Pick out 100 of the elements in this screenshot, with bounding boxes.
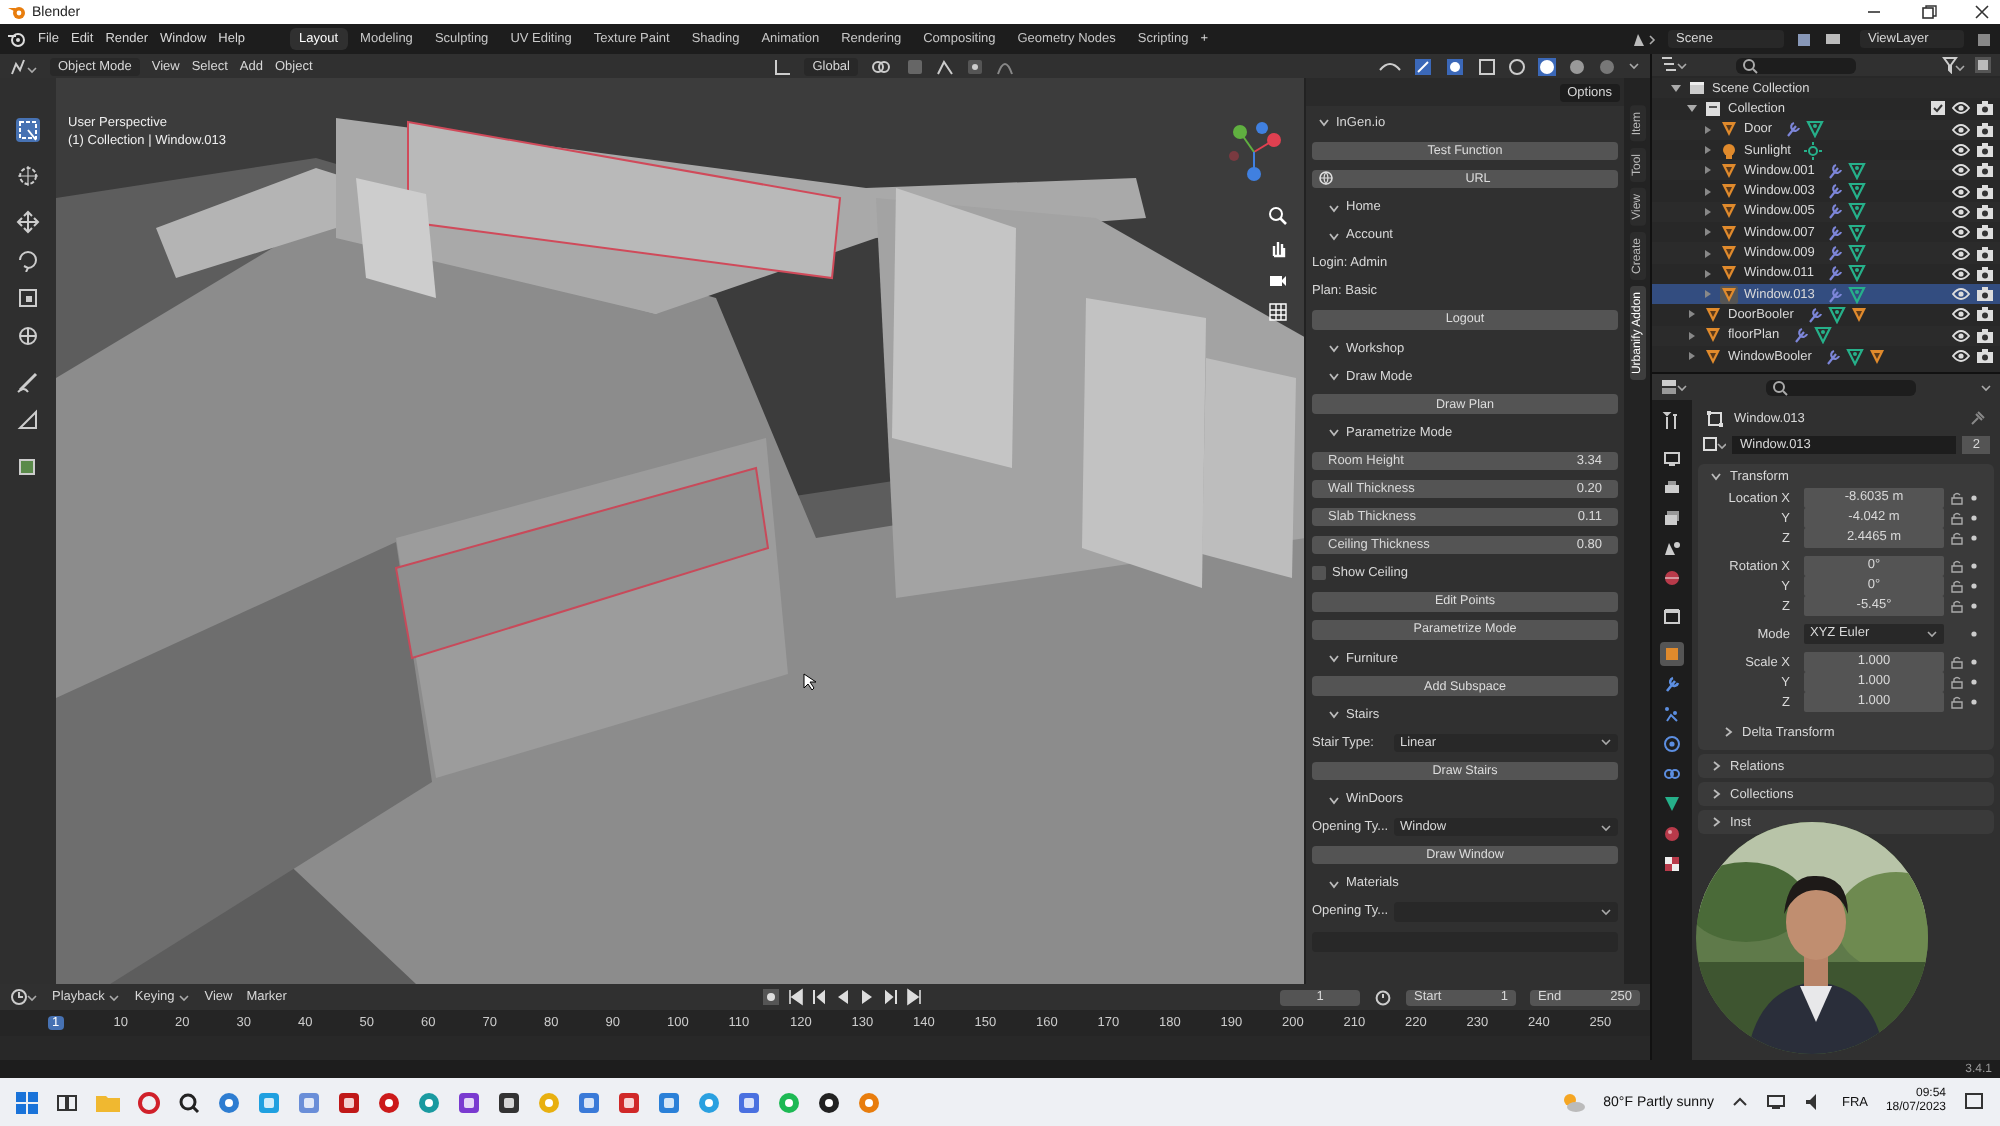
eye-icon[interactable]	[1952, 327, 1970, 344]
next-keyframe-icon[interactable]	[882, 988, 901, 1006]
chevron-icon[interactable]	[1710, 470, 1722, 482]
wrench-icon[interactable]	[1660, 672, 1684, 696]
keyframe-dot-icon[interactable]	[1970, 514, 1978, 522]
camera-icon[interactable]	[1976, 306, 1994, 323]
box-icon[interactable]	[1660, 604, 1684, 628]
solid-shading-icon[interactable]	[1538, 57, 1556, 75]
eye-icon[interactable]	[1952, 224, 1970, 241]
lock-icon[interactable]	[1950, 675, 1964, 689]
render-icon[interactable]	[1660, 446, 1684, 470]
chevron-icon[interactable]	[1328, 426, 1340, 439]
navigation-gizmo[interactable]	[1224, 122, 1284, 182]
globe-icon[interactable]	[1660, 566, 1684, 590]
keyframe-dot-icon[interactable]	[1970, 494, 1978, 502]
chevron-icon[interactable]	[1318, 116, 1330, 129]
overlay-icon[interactable]	[1446, 57, 1466, 75]
chevron-icon[interactable]	[1710, 760, 1722, 772]
caret-icon[interactable]	[1628, 60, 1640, 72]
camera-icon[interactable]	[1976, 142, 1994, 159]
eye-icon[interactable]	[1952, 162, 1970, 179]
lock-icon[interactable]	[1950, 531, 1964, 545]
checkbox[interactable]	[1312, 566, 1326, 581]
filter-icon[interactable]	[1942, 56, 1966, 74]
xray-icon[interactable]	[1478, 57, 1496, 75]
stopwatch-icon[interactable]	[1374, 988, 1392, 1006]
jump-end-icon[interactable]	[906, 988, 925, 1006]
expanded-arrow-icon[interactable]	[1670, 82, 1682, 95]
camera-icon[interactable]	[1976, 183, 1994, 200]
triangle-icon[interactable]	[1660, 792, 1684, 816]
lock-icon[interactable]	[1950, 559, 1964, 573]
lock-icon[interactable]	[1950, 491, 1964, 505]
eye-icon[interactable]	[1952, 142, 1970, 159]
pin-icon[interactable]	[1970, 410, 1986, 426]
previous-keyframe-icon[interactable]	[810, 988, 829, 1006]
cone-icon[interactable]	[1660, 536, 1684, 560]
camera-icon[interactable]	[1976, 286, 1994, 303]
eye-icon[interactable]	[1952, 286, 1970, 303]
camera-icon[interactable]	[1976, 327, 1994, 344]
keyframe-dot-icon[interactable]	[1970, 658, 1978, 666]
chevron-icon[interactable]	[1328, 229, 1340, 242]
notification-icon[interactable]	[1964, 1092, 1984, 1112]
lock-icon[interactable]	[1950, 655, 1964, 669]
keyframe-dot-icon[interactable]	[1970, 698, 1978, 706]
camera-icon[interactable]	[1976, 203, 1994, 220]
scale-icon[interactable]	[16, 286, 40, 310]
new-scene-icon[interactable]	[1796, 31, 1812, 47]
restore-icon[interactable]	[1918, 4, 1938, 20]
material-shading-icon[interactable]	[1568, 57, 1586, 75]
close-icon[interactable]	[1972, 4, 1992, 20]
keyframe-dot-icon[interactable]	[1970, 534, 1978, 542]
falloff-icon[interactable]	[996, 57, 1014, 75]
editor-type-icon[interactable]	[10, 57, 38, 75]
orbit-icon[interactable]	[1660, 732, 1684, 756]
transform-icon[interactable]	[16, 324, 40, 348]
eye-icon[interactable]	[1952, 265, 1970, 282]
keyframe-dot-icon[interactable]	[1970, 582, 1978, 590]
clock-icon[interactable]	[10, 988, 38, 1006]
camera-icon[interactable]	[1268, 270, 1288, 290]
square-icon[interactable]	[1660, 642, 1684, 666]
object-type-icon[interactable]	[1702, 436, 1726, 454]
new-layer-icon[interactable]	[1976, 31, 1992, 47]
eye-icon[interactable]	[1952, 100, 1970, 117]
camera-icon[interactable]	[1976, 224, 1994, 241]
gizmo-icon[interactable]	[1414, 57, 1434, 75]
new-collection-icon[interactable]	[1974, 56, 1992, 74]
search-icon[interactable]	[178, 1091, 200, 1113]
expanded-arrow-icon[interactable]	[1686, 102, 1698, 115]
task-view-icon[interactable]	[56, 1091, 78, 1113]
jump-start-icon[interactable]	[786, 988, 805, 1006]
transform-orientation-icon[interactable]	[772, 57, 793, 75]
chevron-icon[interactable]	[1722, 726, 1734, 738]
eye-icon[interactable]	[1952, 183, 1970, 200]
chevron-icon[interactable]	[1328, 342, 1340, 355]
blender-logo-icon[interactable]	[8, 30, 26, 48]
eye-icon[interactable]	[1952, 203, 1970, 220]
add-cube-icon[interactable]	[16, 454, 40, 478]
camera-icon[interactable]	[1976, 265, 1994, 282]
layers-icon[interactable]	[1660, 506, 1684, 530]
proportional-edit-icon[interactable]	[966, 57, 984, 75]
eye-icon[interactable]	[1952, 245, 1970, 262]
chevron-up-icon[interactable]	[1731, 1094, 1748, 1110]
zoom-icon[interactable]	[1268, 206, 1288, 226]
chevron-icon[interactable]	[1328, 708, 1340, 721]
lock-icon[interactable]	[1950, 599, 1964, 613]
keyframe-dot-icon[interactable]	[1970, 630, 1978, 638]
cursor-icon[interactable]	[16, 164, 40, 188]
sphere-icon[interactable]	[1660, 822, 1684, 846]
chevron-icon[interactable]	[1710, 816, 1722, 828]
checkbox-icon[interactable]	[1930, 100, 1946, 117]
keyframe-dot-icon[interactable]	[1970, 602, 1978, 610]
chevron-icon[interactable]	[1328, 370, 1340, 383]
camera-icon[interactable]	[1976, 121, 1994, 138]
eye-icon[interactable]	[1952, 306, 1970, 323]
pivot-icon[interactable]	[870, 57, 894, 75]
camera-icon[interactable]	[1976, 245, 1994, 262]
measure-icon[interactable]	[16, 408, 40, 432]
display-mode-icon[interactable]	[1660, 56, 1688, 74]
camera-icon[interactable]	[1976, 162, 1994, 179]
windows-start-icon[interactable]	[16, 1091, 38, 1113]
